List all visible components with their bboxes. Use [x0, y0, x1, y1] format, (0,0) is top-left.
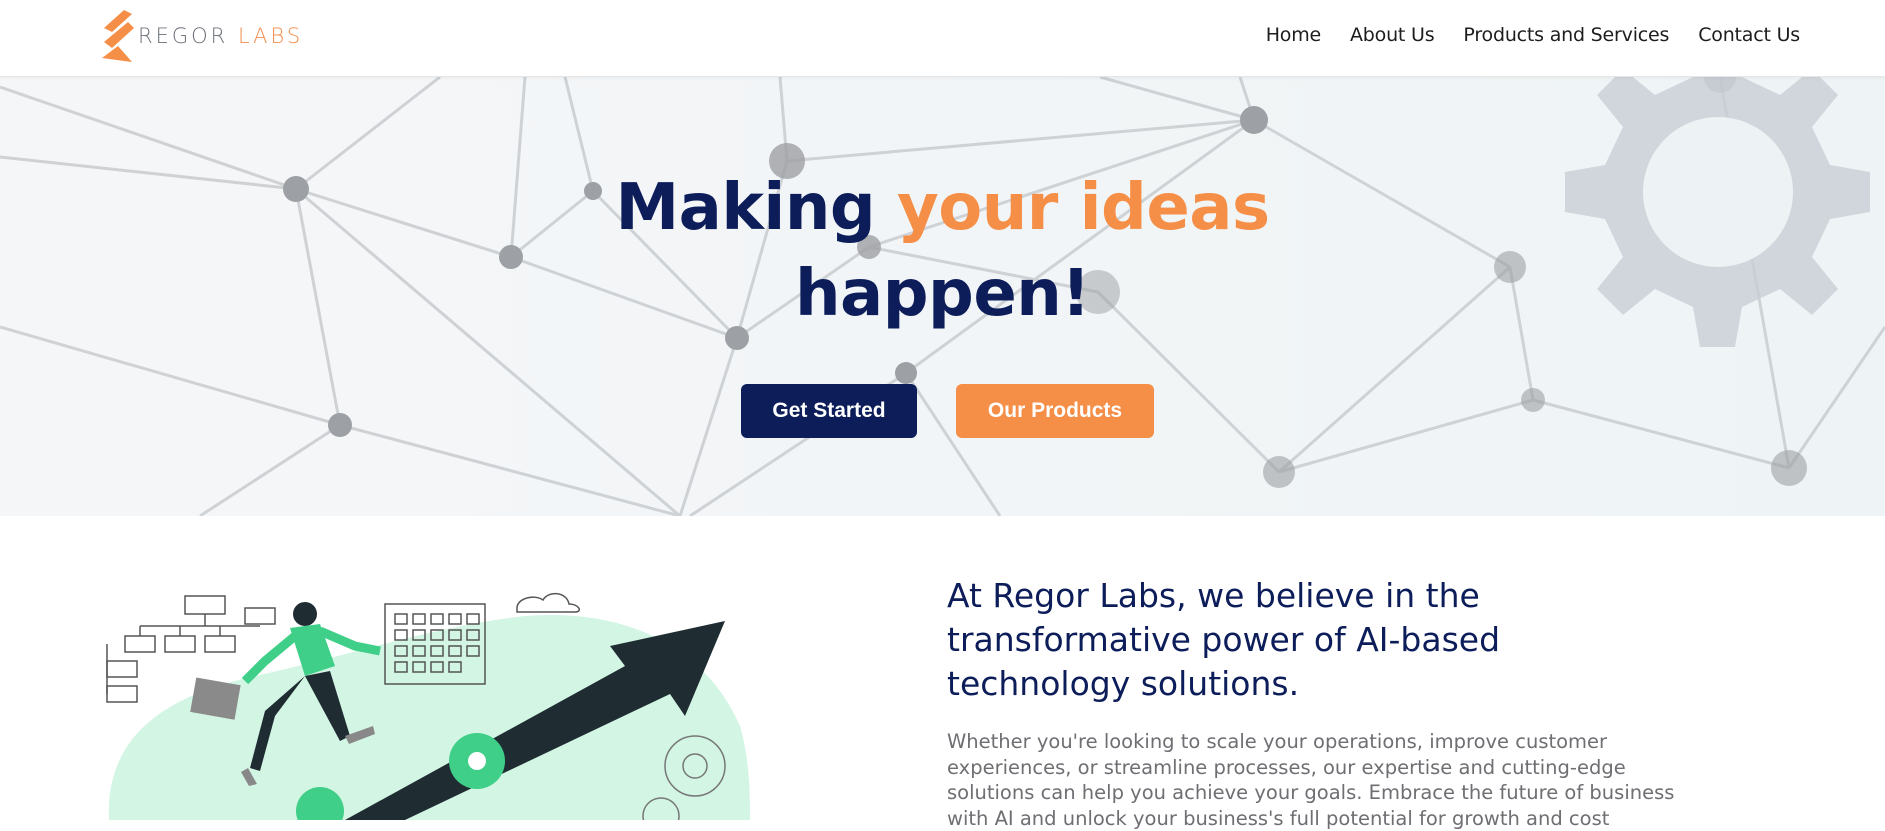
brand-name-part2: LABS — [228, 24, 304, 48]
about-body: Whether you're looking to scale your ope… — [947, 730, 1675, 830]
nav-link-contact-us[interactable]: Contact Us — [1698, 24, 1800, 46]
logo-mark-icon — [102, 10, 134, 62]
site-header: REGOR LABS Home About Us Products and Se… — [0, 0, 1885, 77]
nav-link-products-and-services[interactable]: Products and Services — [1463, 24, 1669, 46]
our-products-button[interactable]: Our Products — [956, 384, 1154, 438]
nav-link-home[interactable]: Home — [1266, 24, 1322, 46]
main-nav: Home About Us Products and Services Cont… — [1266, 24, 1801, 46]
hero-title: Making your ideas happen! — [0, 165, 1885, 337]
brand-name-part1: REGOR — [138, 24, 229, 48]
get-started-button[interactable]: Get Started — [741, 384, 917, 438]
hero-title-part2: happen! — [794, 257, 1091, 331]
about-section: At Regor Labs, we believe in the transfo… — [0, 516, 1885, 830]
hero-title-accent: your ideas — [897, 171, 1270, 245]
hero-title-part1: Making — [615, 171, 897, 245]
growth-illustration-icon — [106, 592, 750, 820]
nav-link-about-us[interactable]: About Us — [1350, 24, 1435, 46]
brand-name: REGOR LABS — [138, 24, 303, 48]
brand-logo[interactable]: REGOR LABS — [98, 8, 303, 64]
hero-section: Making your ideas happen! Get Started Our… — [0, 77, 1885, 516]
about-heading: At Regor Labs, we believe in the transfo… — [947, 576, 1501, 703]
